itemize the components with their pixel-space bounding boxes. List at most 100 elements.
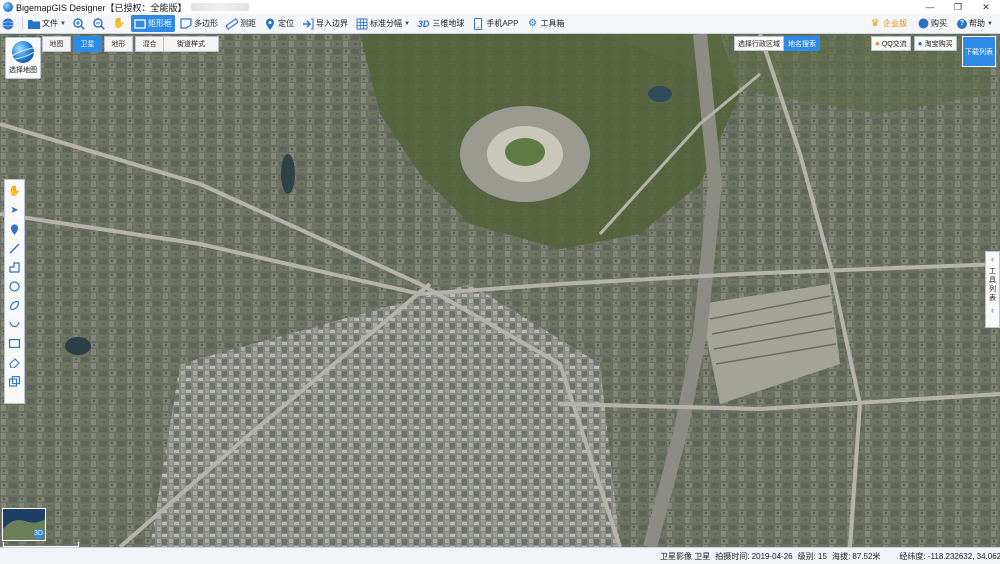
tab-satellite[interactable]: 卫星 [73, 36, 102, 52]
window-controls: — ❐ ✕ [916, 0, 1000, 14]
polygon-select-icon [180, 18, 192, 30]
layers-tool-icon[interactable] [7, 374, 22, 389]
crown-icon: ♛ [870, 17, 880, 29]
window-title: BigemapGIS Designer【已授权：全能版】 [16, 2, 187, 13]
line-tool-icon[interactable] [7, 241, 22, 256]
zoom-out-icon [93, 17, 105, 30]
enterprise-button[interactable]: ♛ 企业版 [866, 15, 910, 32]
shop-icon: ● [917, 39, 923, 48]
toolbar-separator [22, 17, 23, 30]
circle-tool-icon[interactable] [7, 279, 22, 294]
import-boundary-icon [302, 18, 314, 30]
main-toolbar: 文件 ▼ ✋ 矩形框 多边形 测距 定位 导入边界 标准分幅 ▼ 3D 三维地球… [0, 14, 1000, 34]
marker-tool-icon[interactable] [7, 222, 22, 237]
standard-sheet-button[interactable]: 标准分幅 ▼ [353, 15, 413, 32]
globe-small-icon [917, 18, 929, 30]
satellite-map-view[interactable] [0, 34, 1000, 547]
zoom-in-button[interactable] [71, 15, 89, 32]
select-map-label: 选择地图 [9, 67, 37, 74]
minimize-button[interactable]: — [916, 0, 944, 14]
chevron-down-icon: ▼ [60, 20, 66, 27]
mobile-app-button[interactable]: 手机APP [469, 15, 521, 32]
measure-button[interactable]: 测距 [223, 15, 259, 32]
chevron-down-icon: ▼ [987, 20, 993, 27]
globe-logo-icon [12, 41, 34, 63]
status-info: 卫星影像 卫星 拍摄时间: 2019-04-26 级别: 15 海拔: 87.5… [660, 548, 1000, 564]
ellipse-tool-icon[interactable] [7, 298, 22, 313]
home-globe-button[interactable] [0, 15, 18, 32]
taobao-buy-button[interactable]: ● 淘宝购买 [913, 36, 957, 51]
street-style-button[interactable]: 街道样式 [163, 36, 219, 52]
qq-chat-label: QQ交流 [881, 40, 907, 48]
close-button[interactable]: ✕ [972, 0, 1000, 14]
rectangle-tool-icon[interactable] [7, 336, 22, 351]
chevron-left-icon[interactable]: ‹ [991, 305, 994, 315]
zoom-out-button[interactable] [91, 15, 109, 32]
gear-toolbox-icon: ⚙ [527, 17, 537, 29]
file-menu-button[interactable]: 文件 ▼ [25, 15, 69, 32]
blurred-account-info [190, 3, 249, 11]
measure-ruler-icon [225, 17, 238, 30]
buy-button[interactable]: 购买 [914, 15, 950, 32]
pan-hand-icon: ✋ [112, 17, 126, 29]
polygon-select-label: 多边形 [193, 19, 218, 28]
arc-tool-icon[interactable] [7, 317, 22, 332]
rectangle-select-label: 矩形框 [147, 19, 172, 28]
help-label: 帮助 [969, 19, 986, 28]
qq-penguin-icon: ● [875, 39, 880, 48]
help-question-icon: ? [957, 18, 968, 29]
chevron-left-icon[interactable]: ‹ [991, 254, 994, 264]
help-button[interactable]: ? 帮助 ▼ [954, 15, 996, 32]
maximize-button[interactable]: ❐ [944, 0, 972, 14]
3d-earth-label: 三维地球 [432, 19, 465, 28]
import-boundary-label: 导入边界 [315, 19, 348, 28]
tab-terrain[interactable]: 地形 [104, 36, 133, 52]
select-map-button[interactable]: 选择地图 [5, 37, 41, 79]
measure-label: 测距 [239, 19, 256, 28]
import-boundary-button[interactable]: 导入边界 [299, 15, 351, 32]
pan-button[interactable]: ✋ [111, 15, 129, 32]
tab-hybrid[interactable]: 混合 [135, 36, 164, 52]
coordinates: 经纬度: -118.232632, 34.062381 [899, 551, 1000, 561]
download-list-button[interactable]: 下载列表 [962, 36, 996, 67]
polyline-tool-icon[interactable] [7, 260, 22, 275]
rectangle-select-button[interactable]: 矩形框 [130, 15, 175, 32]
standard-sheet-label: 标准分幅 [369, 19, 402, 28]
buy-label: 购买 [931, 19, 948, 28]
mobile-phone-icon [472, 17, 484, 30]
altitude: 海拔: 87.52米 [831, 551, 881, 561]
region-search-group: 选择行政区域 地名搜索 [734, 36, 820, 51]
polygon-select-button[interactable]: 多边形 [177, 15, 221, 32]
tool-list-panel[interactable]: ‹ 工具列表 ‹ [985, 251, 1000, 328]
3d-earth-button[interactable]: 3D 三维地球 [415, 15, 468, 32]
contact-group: ● QQ交流 ● 淘宝购买 [868, 36, 957, 51]
toolbox-label: 工具箱 [540, 19, 565, 28]
3d-icon: 3D [417, 18, 430, 29]
chevron-down-icon: ▼ [403, 20, 410, 27]
locate-button[interactable]: 定位 [261, 15, 297, 32]
locate-label: 定位 [277, 19, 294, 28]
select-region-button[interactable]: 选择行政区域 [734, 36, 784, 51]
location-pin-icon [264, 18, 276, 30]
map-type-tabs: 地图 卫星 地形 混合 [42, 36, 166, 52]
pointer-tool-icon[interactable]: ➤ [7, 203, 22, 218]
enterprise-label: 企业版 [883, 19, 908, 28]
grid-sheet-icon [356, 18, 368, 30]
globe-icon [2, 18, 14, 30]
place-search-button[interactable]: 地名搜索 [784, 36, 820, 51]
title-bar: BigemapGIS Designer【已授权：全能版】 — ❐ ✕ [0, 0, 1000, 14]
imagery-source: 卫星影像 卫星 [660, 551, 711, 561]
tab-map[interactable]: 地图 [42, 36, 71, 52]
taobao-buy-label: 淘宝购买 [924, 40, 953, 48]
qq-chat-button[interactable]: ● QQ交流 [871, 36, 911, 51]
eraser-tool-icon[interactable] [7, 355, 22, 370]
drawing-tools-panel: ✋ ➤ [4, 179, 25, 404]
capture-date: 拍摄时间: 2019-04-26 [715, 551, 793, 561]
file-menu-label: 文件 [42, 19, 58, 28]
toolbar-right-group: ♛ 企业版 购买 ? 帮助 ▼ [866, 14, 1000, 33]
zoom-in-icon [73, 17, 85, 30]
hand-tool-icon[interactable]: ✋ [7, 184, 22, 199]
file-folder-icon [28, 18, 40, 30]
toolbox-button[interactable]: ⚙ 工具箱 [523, 15, 567, 32]
minimap-3d-label[interactable]: 3D [34, 530, 43, 537]
